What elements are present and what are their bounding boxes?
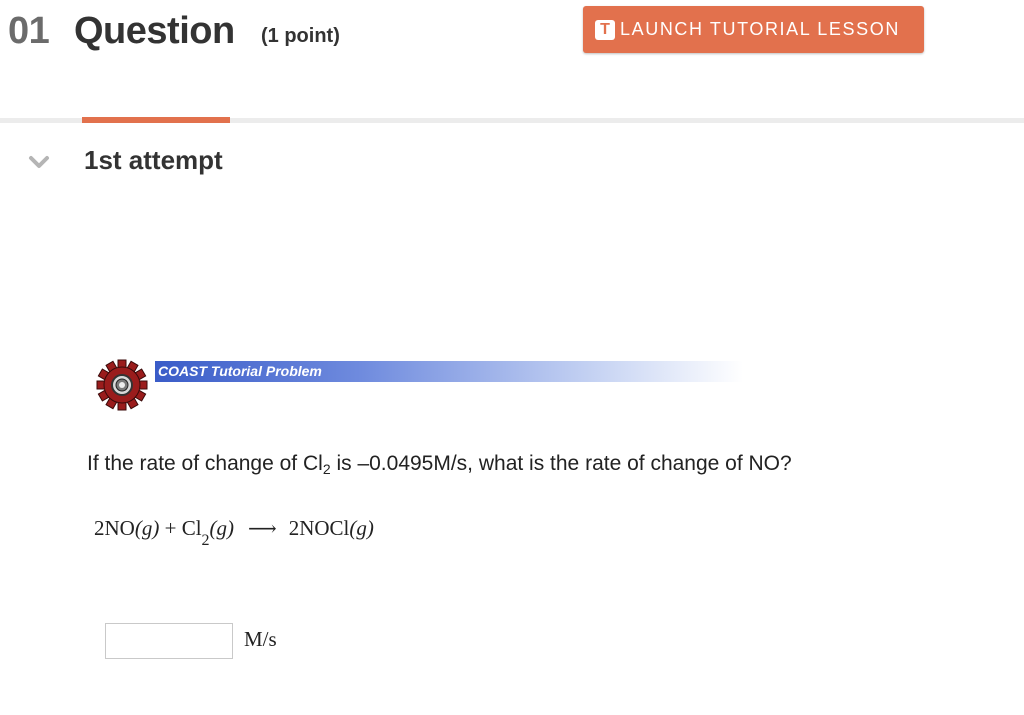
question-prefix: If the rate of change of Cl	[87, 452, 323, 475]
question-text: If the rate of change of Cl2 is –0.0495M…	[87, 452, 792, 477]
equation-state-3: (g)	[349, 516, 374, 540]
equation-product: 2NOCl	[288, 516, 350, 540]
equation-state-2: (g)	[209, 516, 235, 540]
equation-reactant-2-subscript: 2	[201, 532, 210, 549]
launch-tutorial-label: LAUNCH TUTORIAL LESSON	[620, 19, 900, 39]
attempt-title[interactable]: 1st attempt	[84, 145, 223, 176]
question-title: Question	[74, 10, 235, 52]
answer-unit: M/s	[244, 627, 277, 651]
coast-tutorial-banner: COAST Tutorial Problem	[155, 361, 743, 382]
equation-reactant-1: 2NO	[94, 516, 135, 540]
coast-banner-label: COAST Tutorial Problem	[158, 363, 322, 379]
launch-tutorial-button[interactable]: T LAUNCH TUTORIAL LESSON	[583, 6, 924, 53]
question-number: 01	[8, 10, 50, 52]
chevron-down-icon[interactable]	[28, 154, 50, 170]
question-header: 01 Question (1 point) T LAUNCH TUTORIAL …	[0, 0, 1024, 70]
question-subscript: 2	[322, 461, 331, 477]
question-points: (1 point)	[261, 25, 340, 47]
tutorial-icon: T	[595, 19, 615, 40]
question-suffix: is –0.0495M/s, what is the rate of chang…	[330, 452, 792, 475]
attempt-tab-indicator	[82, 117, 230, 123]
equation-plus: +	[159, 516, 182, 540]
reaction-arrow-icon: ⟶	[248, 518, 277, 540]
equation-state-1: (g)	[134, 516, 160, 540]
equation-reactant-2: Cl	[181, 516, 202, 540]
answer-input[interactable]	[105, 623, 233, 659]
chemical-equation: 2NO(g) + Cl2(g) ⟶ 2NOCl(g)	[94, 516, 374, 549]
gear-icon	[96, 359, 148, 411]
